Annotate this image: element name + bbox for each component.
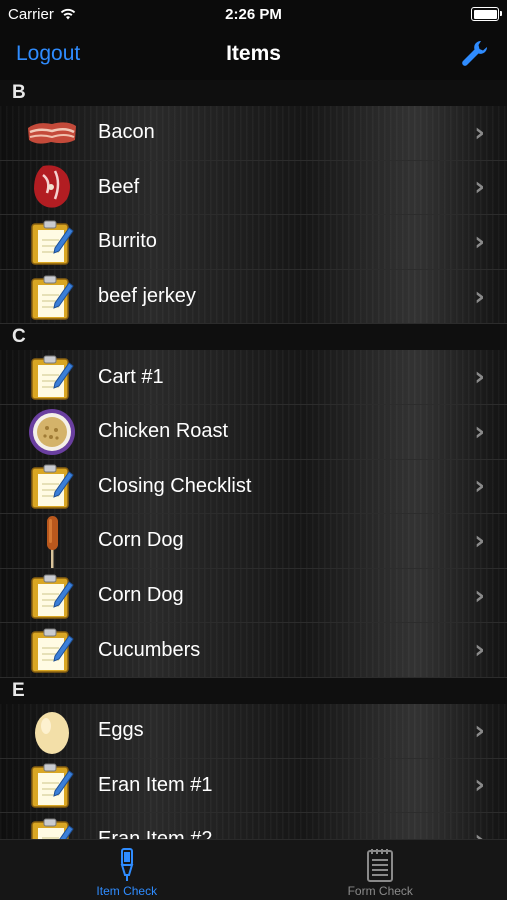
battery-icon — [471, 7, 502, 21]
list-item[interactable]: Cucumbers › — [0, 623, 507, 678]
chevron-right-icon: › — [474, 635, 485, 666]
tab-bar: Item Check Form Check — [0, 839, 507, 900]
clipboard-icon — [24, 273, 80, 321]
list-item[interactable]: Corn Dog › — [0, 514, 507, 569]
list-item-label: Corn Dog — [98, 584, 184, 607]
thermometer-icon — [120, 848, 134, 881]
chevron-right-icon: › — [474, 525, 485, 556]
beef-icon — [24, 163, 80, 211]
list-item[interactable]: Corn Dog › — [0, 568, 507, 624]
status-time: 2:26 PM — [225, 5, 282, 23]
clipboard-icon — [24, 761, 80, 809]
clipboard-icon — [24, 462, 80, 510]
section-header-e: E — [0, 677, 507, 704]
list-item-label: Closing Checklist — [98, 474, 252, 497]
list-item[interactable]: Eran Item #2 › — [0, 813, 507, 840]
section-header-b: B — [0, 80, 507, 106]
list-item[interactable]: beef jerkey › — [0, 269, 507, 325]
list-item[interactable]: Burrito › — [0, 215, 507, 270]
list-item-label: Bacon — [98, 121, 155, 144]
tab-form-check[interactable]: Form Check — [254, 840, 507, 900]
list-item[interactable]: Chicken Roast › — [0, 404, 507, 460]
chevron-right-icon: › — [474, 715, 485, 746]
list-item-label: Burrito — [98, 230, 157, 253]
chevron-right-icon: › — [474, 471, 485, 502]
list-item-label: Cart #1 — [98, 365, 164, 388]
list-item-label: Chicken Roast — [98, 420, 229, 443]
chevron-right-icon: › — [474, 362, 485, 393]
list-item[interactable]: Beef › — [0, 160, 507, 216]
tab-form-check-label: Form Check — [347, 884, 413, 898]
list-item[interactable]: Bacon › — [0, 106, 507, 161]
logout-button[interactable]: Logout — [16, 42, 80, 66]
tab-item-check[interactable]: Item Check — [0, 840, 254, 900]
status-bar: Carrier 2:26 PM — [0, 0, 507, 28]
list-item-label: Eggs — [98, 719, 144, 742]
wifi-icon — [60, 8, 76, 20]
chevron-right-icon: › — [474, 580, 485, 611]
clipboard-icon — [24, 572, 80, 620]
list-item-label: Beef — [98, 175, 140, 198]
corndog-icon — [24, 515, 80, 568]
section-header-c: C — [0, 324, 507, 351]
bacon-icon — [24, 109, 80, 157]
list-item[interactable]: Cart #1 › — [0, 350, 507, 405]
chevron-right-icon: › — [474, 117, 485, 148]
clipboard-icon — [24, 626, 80, 674]
list-item[interactable]: Eggs › — [0, 703, 507, 759]
list-item-label: Corn Dog — [98, 529, 184, 552]
chevron-right-icon: › — [474, 226, 485, 257]
settings-button[interactable] — [459, 38, 489, 73]
chevron-right-icon: › — [474, 281, 485, 312]
tab-item-check-label: Item Check — [96, 884, 158, 898]
notepad-icon — [367, 849, 394, 882]
list-item-label: Cucumbers — [98, 638, 201, 661]
carrier-label: Carrier — [8, 5, 54, 23]
list-item-label: Eran Item #1 — [98, 773, 213, 796]
wrench-icon — [462, 40, 488, 66]
nav-bar: Logout Items — [0, 28, 507, 80]
clipboard-icon — [24, 816, 80, 840]
list-item[interactable]: Closing Checklist › — [0, 459, 507, 515]
battery-fill — [473, 9, 497, 19]
chevron-right-icon: › — [474, 770, 485, 801]
egg-icon — [24, 707, 80, 755]
chevron-right-icon: › — [474, 824, 485, 840]
list-item-label: beef jerkey — [98, 285, 196, 308]
status-left: Carrier — [8, 6, 76, 23]
page-title: Items — [226, 42, 281, 65]
plate-icon — [24, 408, 80, 456]
item-list[interactable]: B Bacon › Beef › Burrito › beef jerkey › C Cart #1… — [0, 80, 507, 840]
chevron-right-icon: › — [474, 172, 485, 203]
clipboard-icon — [24, 353, 80, 401]
chevron-right-icon: › — [474, 416, 485, 447]
list-item[interactable]: Eran Item #1 › — [0, 758, 507, 814]
clipboard-icon — [24, 218, 80, 266]
